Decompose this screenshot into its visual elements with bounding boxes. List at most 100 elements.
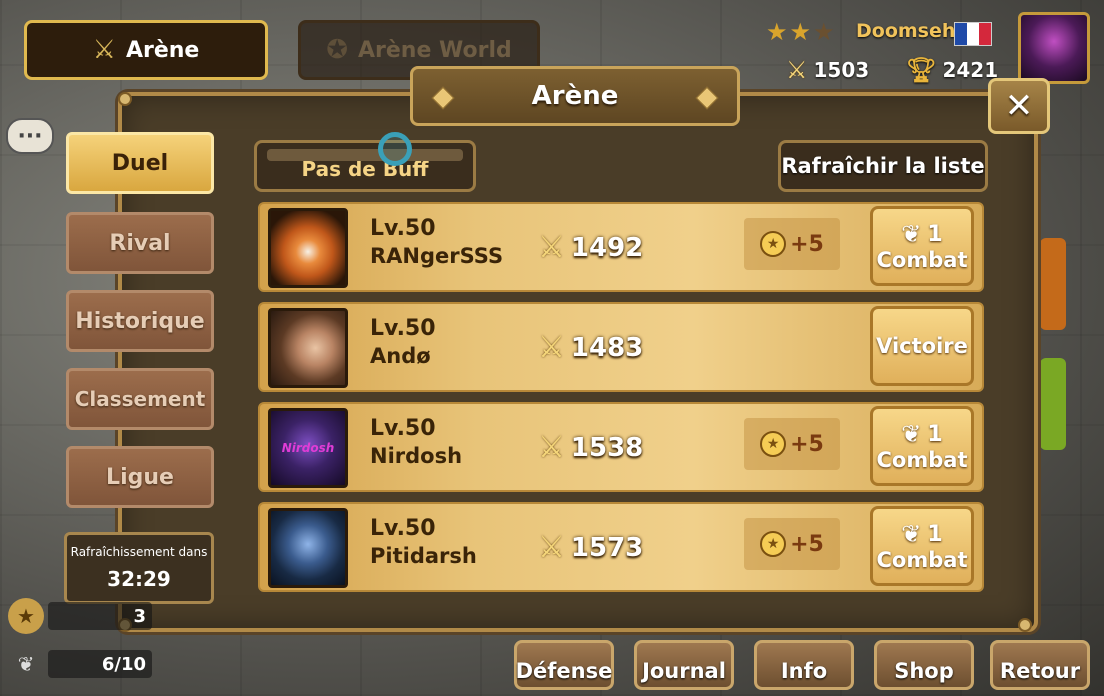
crossed-swords-icon: ⚔ — [538, 230, 565, 265]
panel-title-text: Arène — [531, 81, 619, 111]
back-button[interactable]: Retour — [990, 640, 1090, 690]
opponent-score-value: 1573 — [570, 532, 644, 563]
france-flag-icon — [954, 22, 992, 46]
side-tab-rival[interactable]: Rival — [66, 212, 214, 274]
opponent-level: Lv.50 — [370, 316, 436, 341]
combat-label: Combat — [876, 448, 968, 472]
side-tab-history[interactable]: Historique — [66, 290, 214, 352]
star-empty-icon: ★ — [813, 18, 837, 46]
player-info: ★★★ Doomseh ⚔ 1503 🏆︎ 2421 — [766, 14, 1006, 84]
wing-icon: ❦ — [901, 220, 922, 248]
victory-button[interactable]: Victoire — [870, 306, 974, 386]
touch-indicator — [378, 132, 412, 166]
trophy-icon: 🏆︎ — [906, 56, 937, 84]
player-avatar[interactable] — [1018, 12, 1090, 84]
side-tab-label: Ligue — [106, 464, 174, 490]
star-filled-icon: ★ — [766, 18, 790, 46]
combat-cost-value: 1 — [927, 521, 943, 547]
defense-button[interactable]: Défense — [514, 640, 614, 690]
chat-icon[interactable]: ··· — [6, 118, 54, 154]
opponent-row: Lv.50 RANgerSSS ⚔ 1492 ★ +5 ❦ 1 Combat — [258, 202, 984, 292]
title-gem-icon — [695, 86, 719, 110]
player-trophies-value: 2421 — [942, 58, 999, 82]
crossed-swords-laurel-icon: ⚔ — [92, 35, 116, 65]
player-name: Doomseh — [856, 20, 956, 42]
opponent-portrait-nirdosh: Nirdosh — [268, 408, 348, 488]
combat-cost: ❦ 1 — [901, 420, 942, 448]
refresh-timer-value: 32:29 — [107, 567, 171, 591]
opponent-portrait-face — [268, 308, 348, 388]
opponent-reward: ★ +5 — [744, 418, 840, 470]
combat-button[interactable]: ❦ 1 Combat — [870, 206, 974, 286]
player-score: ⚔ 1503 — [786, 56, 869, 84]
combat-button[interactable]: ❦ 1 Combat — [870, 506, 974, 586]
crossed-swords-icon: ⚔ — [786, 56, 808, 84]
medal-counter: ★ 3 — [8, 598, 152, 634]
refresh-list-button[interactable]: Rafraîchir la liste — [778, 140, 988, 192]
opponent-row: Lv.50 Andø ⚔ 1483 Victoire — [258, 302, 984, 392]
crossed-swords-icon: ⚔ — [538, 330, 565, 365]
side-tab-label: Duel — [111, 150, 169, 176]
buff-selector-button[interactable]: Pas de Buff — [254, 140, 476, 192]
refresh-timer: Rafraîchissement dans 32:29 — [64, 532, 214, 604]
tab-arena-world-label: Arène World — [358, 37, 512, 63]
player-trophies: 🏆︎ 2421 — [906, 56, 998, 84]
combat-cost-value: 1 — [927, 421, 943, 447]
medal-icon: ★ — [760, 431, 787, 457]
player-score-value: 1503 — [813, 58, 870, 82]
refresh-timer-label: Rafraîchissement dans — [70, 545, 208, 559]
medal-counter-value: 3 — [48, 602, 152, 630]
medal-icon: ★ — [760, 531, 787, 557]
wing-energy-value: 6/10 — [48, 650, 152, 678]
opponent-level: Lv.50 — [370, 516, 436, 541]
reward-value: +5 — [790, 431, 824, 457]
victory-label: Victoire — [876, 334, 968, 358]
wing-icon: ❦ — [901, 420, 922, 448]
side-tab-label: Rival — [109, 230, 171, 256]
side-tab-ranking[interactable]: Classement — [66, 368, 214, 430]
journal-button[interactable]: Journal — [634, 640, 734, 690]
title-gem-icon — [431, 86, 455, 110]
back-label: Retour — [999, 659, 1081, 683]
defense-label: Défense — [515, 659, 613, 683]
tab-arena[interactable]: ⚔ Arène — [24, 20, 268, 80]
tab-arena-label: Arène — [125, 37, 200, 63]
shop-button[interactable]: Shop — [874, 640, 974, 690]
reward-value: +5 — [790, 531, 824, 557]
combat-cost: ❦ 1 — [901, 220, 942, 248]
close-icon: ✕ — [1004, 86, 1034, 126]
opponent-portrait-winged-warrior — [268, 508, 348, 588]
opponent-reward: ★ +5 — [744, 518, 840, 570]
buff-slider — [267, 149, 463, 161]
wing-icon: ❦ — [17, 652, 35, 676]
opponent-score: ⚔ 1483 — [538, 330, 643, 365]
corner-gem-icon — [1018, 618, 1032, 632]
side-tab-league[interactable]: Ligue — [66, 446, 214, 508]
opponent-name: RANgerSSS — [370, 244, 504, 268]
opponent-score-value: 1492 — [570, 232, 644, 263]
opponent-score: ⚔ 1538 — [538, 430, 643, 465]
opponent-portrait-fox — [268, 208, 348, 288]
portrait-logo-text: Nirdosh — [281, 441, 335, 455]
medal-icon: ★ — [760, 231, 787, 257]
reward-value: +5 — [790, 231, 824, 257]
combat-cost-value: 1 — [927, 221, 943, 247]
opponent-name: Pitidarsh — [370, 544, 477, 568]
wing-icon: ❦ — [901, 520, 922, 548]
opponent-level: Lv.50 — [370, 216, 436, 241]
side-tab-duel[interactable]: Duel — [66, 132, 214, 194]
side-orange-tab — [1040, 238, 1066, 330]
combat-label: Combat — [876, 548, 968, 572]
medal-icon: ★ — [8, 598, 44, 634]
globe-swords-icon: ✪ — [326, 35, 348, 65]
opponent-score-value: 1538 — [570, 432, 644, 463]
combat-button[interactable]: ❦ 1 Combat — [870, 406, 974, 486]
close-button[interactable]: ✕ — [988, 78, 1050, 134]
info-button[interactable]: Info — [754, 640, 854, 690]
opponent-score: ⚔ 1492 — [538, 230, 643, 265]
star-filled-icon: ★ — [789, 18, 814, 46]
crossed-swords-icon: ⚔ — [538, 530, 565, 565]
side-green-tab — [1040, 358, 1066, 450]
opponent-reward: ★ +5 — [744, 218, 840, 270]
side-tab-label: Historique — [75, 308, 205, 334]
